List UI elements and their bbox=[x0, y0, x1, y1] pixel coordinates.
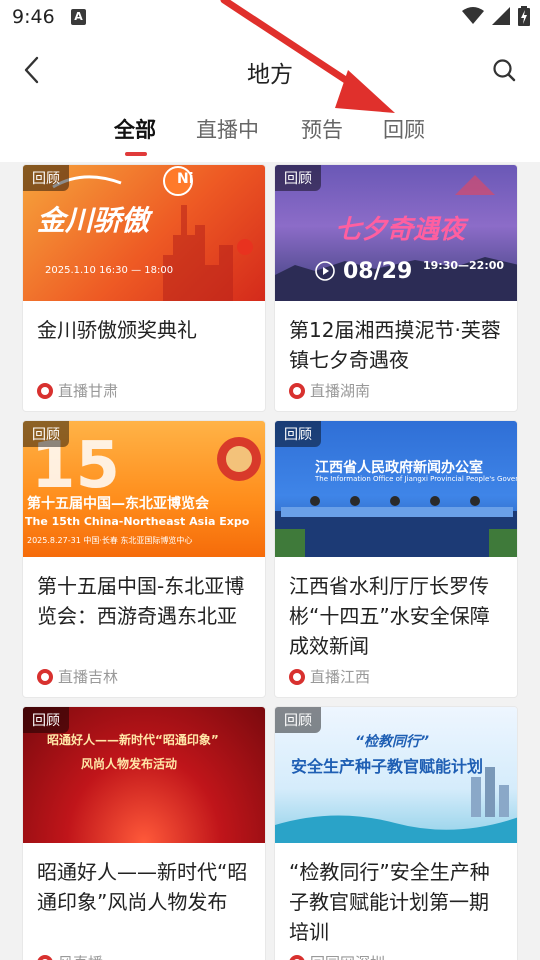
card-title: 金川骄傲颁奖典礼 bbox=[37, 318, 197, 342]
thumb-title: 第十五届中国—东北亚博览会 bbox=[27, 496, 209, 512]
source-name: 直播吉林 bbox=[58, 668, 119, 686]
thumb-subtitle: The 15th China-Northeast Asia Expo bbox=[25, 515, 250, 528]
search-button[interactable] bbox=[486, 52, 522, 88]
card-zhaotong[interactable]: 昭通好人——新时代“昭通印象” 风尚人物发布活动 回顾 昭通好人——新时代“昭通… bbox=[22, 706, 266, 960]
source-name: 直播湖南 bbox=[310, 382, 371, 400]
source-logo-icon bbox=[289, 668, 305, 685]
card-thumbnail: 七夕奇遇夜 08/29 19:30—22:00 回顾 bbox=[275, 165, 517, 301]
thumb-title: 江西省人民政府新闻办公室 bbox=[315, 460, 483, 476]
thumb-subtitle: 2025.1.10 16:30 — 18:00 bbox=[45, 265, 174, 276]
card-source: 风直播 bbox=[37, 952, 103, 960]
card-thumbnail: 昭通好人——新时代“昭通印象” 风尚人物发布活动 回顾 bbox=[23, 707, 265, 843]
card-thumbnail: 15 第十五届中国—东北亚博览会 The 15th China-Northeas… bbox=[23, 421, 265, 557]
card-source: 直播湖南 bbox=[289, 380, 370, 401]
card-thumbnail: Ni 金川骄傲 2025.1.10 16:30 — 18:00 回顾 bbox=[23, 165, 265, 301]
play-icon bbox=[315, 261, 335, 281]
card-jinchuan[interactable]: Ni 金川骄傲 2025.1.10 16:30 — 18:00 回顾 金川骄傲颁… bbox=[22, 164, 266, 412]
thumb-subtitle: The Information Office of Jiangxi Provin… bbox=[315, 475, 517, 483]
status-icons bbox=[462, 6, 530, 26]
card-thumbnail: “检教同行” 安全生产种子教官赋能计划 回顾 bbox=[275, 707, 517, 843]
card-title: 昭通好人——新时代“昭通印象”风尚人物发布 bbox=[37, 860, 248, 914]
card-source: 直播江西 bbox=[289, 666, 370, 687]
card-title: 第十五届中国-东北亚博览会：西游奇遇东北亚 bbox=[37, 574, 245, 628]
replay-badge: 回顾 bbox=[275, 707, 321, 733]
card-source: 直播吉林 bbox=[37, 666, 118, 687]
source-name: 风直播 bbox=[58, 952, 103, 960]
thumb-date: 08/29 bbox=[343, 259, 413, 284]
source-name: 直播甘肃 bbox=[58, 382, 119, 400]
tab-replay[interactable]: 回顾 bbox=[383, 114, 425, 144]
source-logo-icon bbox=[37, 382, 53, 399]
thumb-corner-label: Ni bbox=[177, 171, 194, 187]
source-logo-icon bbox=[37, 954, 53, 960]
card-shenzhen[interactable]: “检教同行” 安全生产种子教官赋能计划 回顾 “检教同行”安全生产种子教官赋能计… bbox=[274, 706, 518, 960]
thumb-title: 七夕奇遇夜 bbox=[335, 215, 466, 245]
card-jiangxi[interactable]: 江西省人民政府新闻办公室 The Information Office of J… bbox=[274, 420, 518, 698]
tab-all[interactable]: 全部 bbox=[114, 114, 156, 144]
notification-icon: A bbox=[71, 9, 86, 25]
card-source: 直播甘肃 bbox=[37, 380, 118, 401]
tab-bar: 全部 直播中 预告 回顾 bbox=[0, 104, 540, 162]
thumb-date: 2025.8.27-31 中国·长春 东北亚国际博览中心 bbox=[27, 536, 193, 545]
card-thumbnail: 江西省人民政府新闻办公室 The Information Office of J… bbox=[275, 421, 517, 557]
thumb-title: “检教同行” bbox=[355, 734, 430, 750]
page-title: 地方 bbox=[247, 62, 293, 88]
tab-live[interactable]: 直播中 bbox=[196, 114, 259, 144]
replay-badge: 回顾 bbox=[275, 165, 321, 191]
search-icon bbox=[493, 59, 516, 82]
replay-badge: 回顾 bbox=[23, 707, 69, 733]
replay-badge: 回顾 bbox=[23, 421, 69, 447]
thumb-subtitle: 风尚人物发布活动 bbox=[81, 757, 178, 771]
thumb-subtitle: 安全生产种子教官赋能计划 bbox=[291, 757, 484, 776]
source-name: 回园网深圳 bbox=[310, 952, 385, 960]
replay-badge: 回顾 bbox=[275, 421, 321, 447]
signal-icon bbox=[492, 7, 510, 25]
status-time: 9:46 bbox=[12, 6, 55, 28]
header: 地方 bbox=[0, 38, 540, 104]
card-title: 江西省水利厅厅长罗传彬“十四五”水安全保障成效新闻 bbox=[289, 574, 490, 658]
source-logo-icon bbox=[37, 668, 53, 685]
source-logo-icon bbox=[289, 382, 305, 399]
thumb-title: 金川骄傲 bbox=[37, 204, 150, 237]
battery-icon bbox=[518, 6, 530, 26]
source-name: 直播江西 bbox=[310, 668, 371, 686]
card-title: 第12届湘西摸泥节·芙蓉镇七夕奇遇夜 bbox=[289, 318, 501, 372]
thumb-time: 19:30—22:00 bbox=[423, 259, 505, 272]
card-title: “检教同行”安全生产种子教官赋能计划第一期培训 bbox=[289, 860, 490, 944]
wifi-icon bbox=[462, 7, 484, 24]
source-logo-icon bbox=[289, 954, 305, 960]
status-bar: 9:46 A bbox=[0, 0, 540, 38]
screen: 9:46 A 地方 全部 直播中 预告 回顾 Ni 金川骄傲 2025.1.10… bbox=[0, 0, 540, 960]
active-tab-indicator bbox=[125, 152, 147, 156]
replay-badge: 回顾 bbox=[23, 165, 69, 191]
card-source: 回园网深圳 bbox=[289, 952, 385, 960]
card-xiangxi[interactable]: 七夕奇遇夜 08/29 19:30—22:00 回顾 第12届湘西摸泥节·芙蓉镇… bbox=[274, 164, 518, 412]
thumb-title: 昭通好人——新时代“昭通印象” bbox=[47, 733, 219, 747]
tab-preview[interactable]: 预告 bbox=[301, 114, 343, 144]
card-expo[interactable]: 15 第十五届中国—东北亚博览会 The 15th China-Northeas… bbox=[22, 420, 266, 698]
